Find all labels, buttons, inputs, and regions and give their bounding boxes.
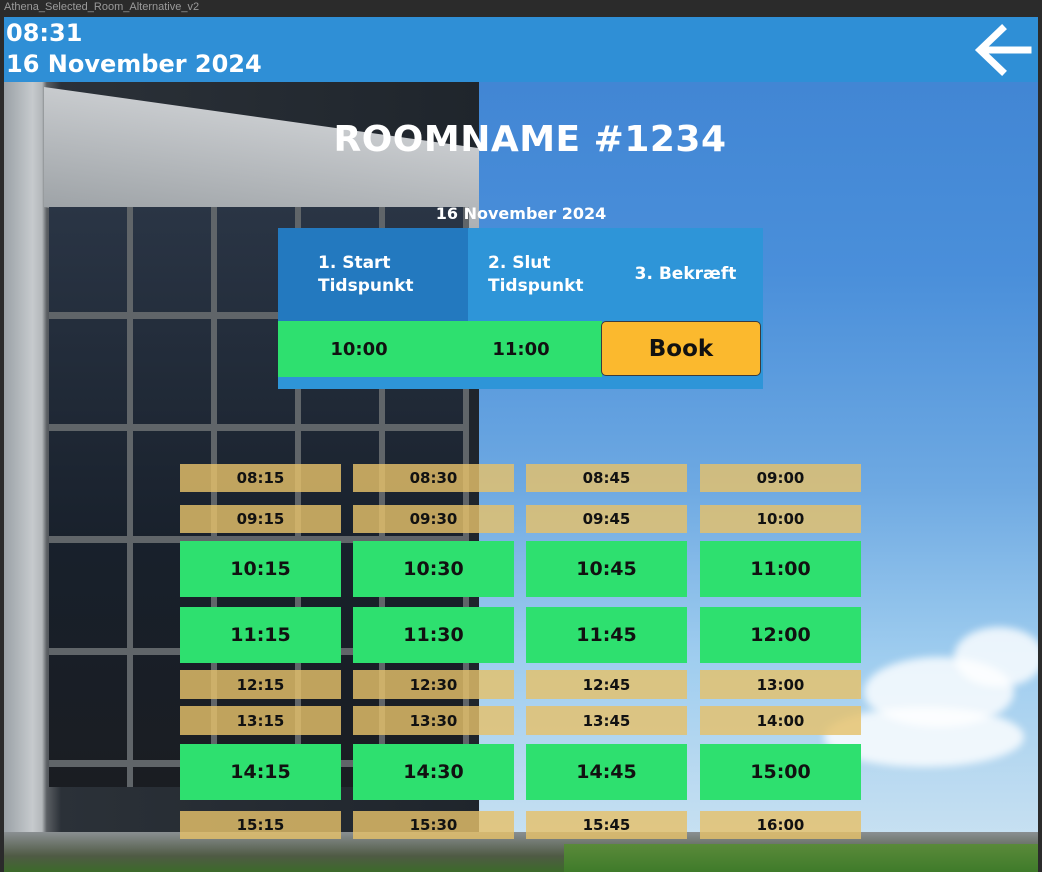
time-slot-1445[interactable]: 14:45 — [526, 744, 687, 800]
time-slot-1030[interactable]: 10:30 — [353, 541, 514, 597]
clock: 08:31 — [6, 19, 83, 47]
step-end-time[interactable]: 2. Slut Tidspunkt — [468, 228, 608, 321]
time-slot-0845[interactable]: 08:45 — [526, 464, 687, 492]
time-slot-1330[interactable]: 13:30 — [353, 706, 514, 735]
time-slot-1600[interactable]: 16:00 — [700, 811, 861, 839]
time-slot-1315[interactable]: 13:15 — [180, 706, 341, 735]
time-slot-0945[interactable]: 09:45 — [526, 505, 687, 533]
time-slot-1300[interactable]: 13:00 — [700, 670, 861, 699]
selected-start-time: 10:00 — [330, 338, 388, 360]
selected-end-time: 11:00 — [492, 338, 550, 360]
time-slot-1130[interactable]: 11:30 — [353, 607, 514, 663]
time-slot-1230[interactable]: 12:30 — [353, 670, 514, 699]
time-slot-1530[interactable]: 15:30 — [353, 811, 514, 839]
time-slot-1500[interactable]: 15:00 — [700, 744, 861, 800]
window-title: Athena_Selected_Room_Alternative_v2 — [0, 0, 1042, 17]
selected-times: 10:00 11:00 — [278, 321, 602, 377]
time-slot-0900[interactable]: 09:00 — [700, 464, 861, 492]
top-bar: 08:31 16 November 2024 — [4, 17, 1038, 82]
kiosk-screen: 08:31 16 November 2024 ROOMNAME #1234 16… — [4, 17, 1038, 872]
time-slot-0915[interactable]: 09:15 — [180, 505, 341, 533]
time-slot-1045[interactable]: 10:45 — [526, 541, 687, 597]
time-slot-1545[interactable]: 15:45 — [526, 811, 687, 839]
time-slot-1145[interactable]: 11:45 — [526, 607, 687, 663]
step-label: 2. Slut Tidspunkt — [488, 252, 584, 296]
room-name: ROOMNAME #1234 — [333, 119, 727, 160]
booking-panel: 1. Start Tidspunkt 2. Slut Tidspunkt 3. … — [278, 228, 763, 389]
step-start-time[interactable]: 1. Start Tidspunkt — [278, 228, 468, 321]
book-button[interactable]: Book — [601, 321, 761, 376]
time-slot-1100[interactable]: 11:00 — [700, 541, 861, 597]
time-slot-1430[interactable]: 14:30 — [353, 744, 514, 800]
time-slot-1000[interactable]: 10:00 — [700, 505, 861, 533]
time-slot-1015[interactable]: 10:15 — [180, 541, 341, 597]
time-slot-1200[interactable]: 12:00 — [700, 607, 861, 663]
time-slot-0930[interactable]: 09:30 — [353, 505, 514, 533]
back-button[interactable] — [972, 23, 1032, 77]
booking-date: 16 November 2024 — [435, 204, 607, 223]
time-slot-0815[interactable]: 08:15 — [180, 464, 341, 492]
time-slot-1115[interactable]: 11:15 — [180, 607, 341, 663]
time-slot-1345[interactable]: 13:45 — [526, 706, 687, 735]
time-slot-0830[interactable]: 08:30 — [353, 464, 514, 492]
time-slot-1245[interactable]: 12:45 — [526, 670, 687, 699]
arrow-left-icon — [974, 24, 1032, 76]
step-confirm[interactable]: 3. Bekræft — [608, 228, 763, 321]
current-date: 16 November 2024 — [6, 50, 262, 78]
time-slot-1215[interactable]: 12:15 — [180, 670, 341, 699]
step-label: 3. Bekræft — [634, 264, 737, 284]
time-slot-1415[interactable]: 14:15 — [180, 744, 341, 800]
time-slot-1400[interactable]: 14:00 — [700, 706, 861, 735]
time-slot-1515[interactable]: 15:15 — [180, 811, 341, 839]
step-label: 1. Start Tidspunkt — [318, 252, 414, 296]
